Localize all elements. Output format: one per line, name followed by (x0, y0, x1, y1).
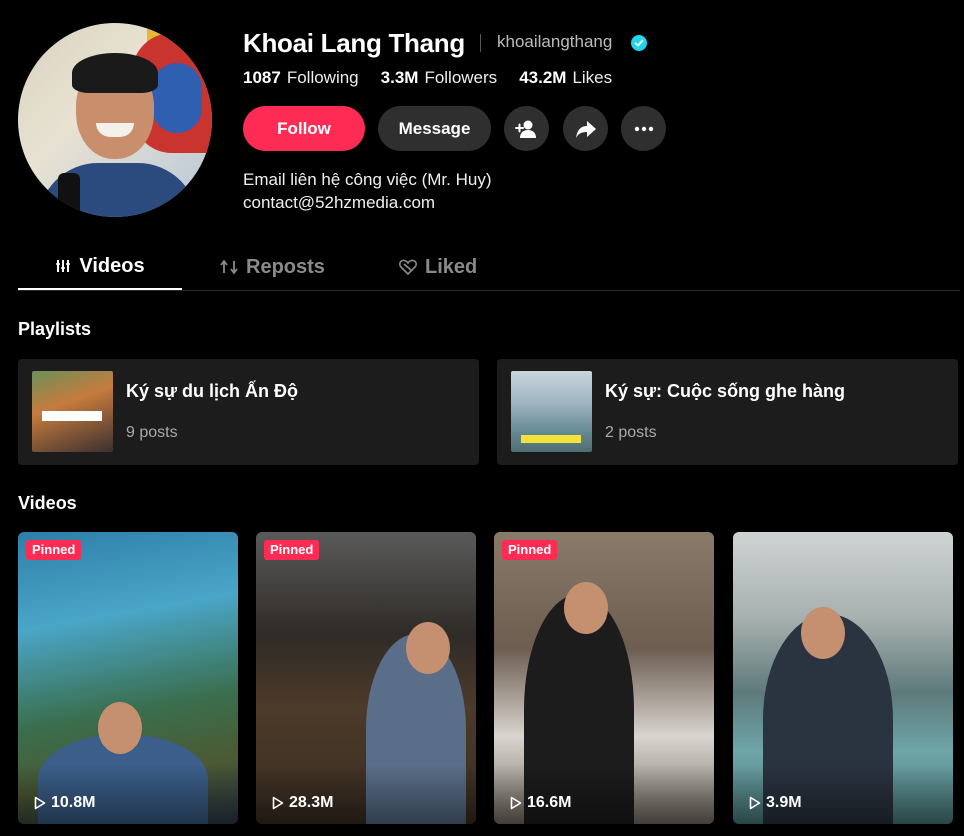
profile-bio: Email liên hệ công việc (Mr. Huy) contac… (243, 168, 491, 214)
pinned-badge: Pinned (264, 540, 320, 560)
stat-followers[interactable]: 3.3M Followers (381, 68, 498, 88)
view-count: 10.8M (51, 794, 96, 811)
share-button[interactable] (563, 106, 608, 151)
playlist-card[interactable]: Ký sự: Cuộc sống ghe hàng 2 posts (497, 359, 958, 465)
view-count: 3.9M (766, 794, 802, 811)
avatar-strap (58, 173, 80, 217)
video-views: 28.3M (272, 794, 333, 812)
view-count: 16.6M (527, 794, 572, 811)
thumbnail-caption-shape (521, 435, 581, 443)
video-views: 3.9M (749, 794, 802, 812)
liked-icon (399, 259, 417, 275)
share-icon (575, 120, 596, 138)
stat-value: 1087 (243, 68, 281, 87)
stat-label: Likes (572, 68, 613, 87)
stat-value: 3.3M (380, 68, 419, 87)
video-views: 10.8M (34, 794, 95, 812)
pinned-badge: Pinned (502, 540, 558, 560)
tab-reposts[interactable]: Reposts (220, 244, 325, 290)
name-separator (480, 34, 481, 52)
video-thumbnail-head (564, 582, 608, 634)
more-icon (634, 126, 653, 131)
profile-avatar[interactable] (18, 23, 212, 217)
playlist-thumbnail (32, 371, 113, 452)
view-count: 28.3M (289, 794, 334, 811)
reposts-icon (220, 259, 238, 275)
video-card[interactable]: Pinned 28.3M (256, 532, 476, 824)
play-icon (749, 796, 761, 810)
add-friend-icon (514, 120, 536, 138)
avatar-bg-blue (152, 63, 202, 133)
follow-button[interactable]: Follow (243, 106, 365, 151)
playlist-count: 2 posts (605, 424, 657, 441)
video-views: 16.6M (510, 794, 571, 812)
profile-tabs: Videos Reposts Liked (18, 244, 960, 291)
video-thumbnail-head (98, 702, 142, 754)
bio-line: Email liên hệ công việc (Mr. Huy) (243, 170, 492, 189)
bio-email: contact@52hzmedia.com (243, 193, 436, 212)
video-thumbnail-head (801, 607, 845, 659)
video-card[interactable]: Pinned 16.6M (494, 532, 714, 824)
message-button[interactable]: Message (378, 106, 491, 151)
tab-label: Liked (425, 255, 478, 278)
stat-value: 43.2M (519, 68, 567, 87)
videos-heading: Videos (18, 493, 77, 513)
stat-label: Followers (424, 68, 498, 87)
play-icon (34, 796, 46, 810)
video-card[interactable]: 3.9M (733, 532, 953, 824)
videos-tab-icon (56, 260, 71, 272)
profile-stats: 1087 Following 3.3M Followers 43.2M Likes (243, 68, 612, 88)
tab-label: Videos (79, 254, 145, 277)
profile-handle: khoailangthang (497, 32, 613, 51)
playlist-count: 9 posts (126, 424, 178, 441)
profile-name: Khoai Lang Thang (243, 28, 465, 58)
playlist-title: Ký sự du lịch Ấn Độ (126, 381, 299, 401)
add-friend-button[interactable] (504, 106, 549, 151)
tab-label: Reposts (246, 255, 325, 278)
play-icon (272, 796, 284, 810)
playlist-thumbnail (511, 371, 592, 452)
avatar-hair (72, 53, 158, 93)
stat-likes: 43.2M Likes (519, 68, 612, 88)
video-thumbnail-head (406, 622, 450, 674)
stat-following[interactable]: 1087 Following (243, 68, 359, 88)
pinned-badge: Pinned (26, 540, 82, 560)
more-options-button[interactable] (621, 106, 666, 151)
playlist-card[interactable]: Ký sự du lịch Ấn Độ 9 posts (18, 359, 479, 465)
playlist-title: Ký sự: Cuộc sống ghe hàng (605, 381, 846, 401)
playlists-heading: Playlists (18, 319, 92, 339)
tab-liked[interactable]: Liked (399, 244, 477, 290)
tab-videos[interactable]: Videos (18, 244, 182, 290)
play-icon (510, 796, 522, 810)
verified-icon (631, 35, 647, 51)
stat-label: Following (286, 68, 359, 87)
video-card[interactable]: Pinned 10.8M (18, 532, 238, 824)
thumbnail-caption-shape (42, 411, 102, 421)
